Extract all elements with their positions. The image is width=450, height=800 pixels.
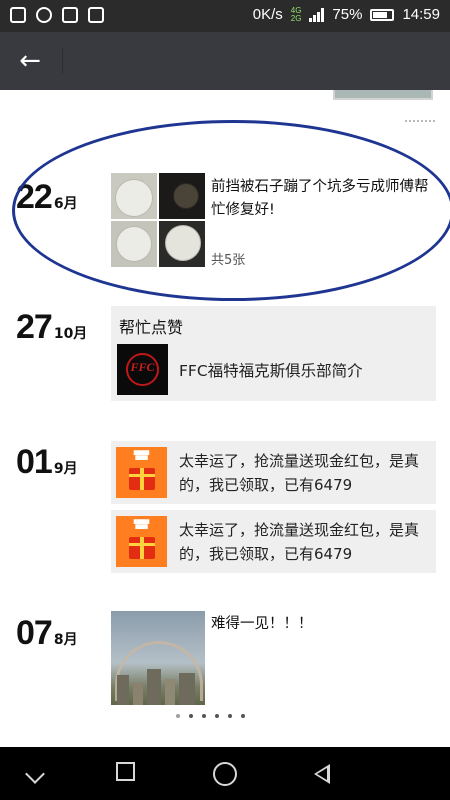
post-date: 27 10月 [16, 308, 88, 346]
battery-percent: 75% [332, 6, 363, 23]
app-icon [88, 7, 104, 23]
shared-link-card[interactable]: █████ ████ 太幸运了，抢流量送现金红包，是真的，我已领取，已有6479 [111, 510, 436, 573]
signal-icon [309, 7, 325, 22]
link-title: 太幸运了，抢流量送现金红包，是真的，我已领取，已有6479 [179, 452, 420, 494]
app-bar: ← [0, 32, 450, 90]
post-date: 01 9月 [16, 443, 78, 481]
gift-icon [129, 468, 155, 490]
post-text[interactable]: 难得一见！！！ [211, 613, 313, 636]
chevron-down-icon[interactable] [25, 764, 45, 784]
battery-icon [370, 8, 395, 21]
clock: 14:59 [402, 6, 440, 23]
loading-dots [176, 714, 245, 718]
album-timeline[interactable]: 22 6月 前挡被石子蹦了个坑多亏成师傅帮忙修复好! 共5张 27 10月 帮忙… [0, 90, 450, 747]
divider [62, 48, 63, 74]
shared-link-card[interactable]: 帮忙点赞 FFC FFC福特福克斯俱乐部简介 [111, 306, 436, 401]
notification-icon [10, 7, 26, 23]
gift-icon [129, 537, 155, 559]
previous-post-thumbnail[interactable] [333, 90, 433, 100]
shared-link-card[interactable]: █████ ████ 太幸运了，抢流量送现金红包，是真的，我已领取，已有6479 [111, 441, 436, 504]
home-circle-icon[interactable] [213, 762, 237, 786]
back-button[interactable]: ← [14, 46, 46, 76]
image-icon [62, 7, 78, 23]
divider [405, 120, 435, 122]
back-triangle-icon[interactable] [314, 764, 330, 784]
network-speed: 0K/s [252, 6, 283, 23]
gift-thumbnail: █████ ████ [116, 447, 167, 498]
status-icons [10, 7, 104, 23]
photo-thumbnail[interactable] [111, 611, 205, 705]
card-title: 帮忙点赞 [119, 318, 184, 337]
chat-icon [36, 7, 52, 23]
gift-thumbnail: █████ ████ [116, 516, 167, 567]
link-title: FFC福特福克斯俱乐部简介 [179, 362, 363, 380]
network-type: 4G 2G [290, 5, 302, 23]
post-date: 07 8月 [16, 614, 78, 652]
highlight-circle [12, 120, 450, 301]
ffc-logo: FFC [117, 344, 168, 395]
recents-square-icon[interactable] [116, 762, 135, 781]
status-bar: 0K/s 4G 2G 75% 14:59 [0, 0, 450, 32]
link-title: 太幸运了，抢流量送现金红包，是真的，我已领取，已有6479 [179, 521, 420, 563]
system-nav-bar [0, 747, 450, 800]
arrow-left-icon: ← [19, 46, 41, 76]
